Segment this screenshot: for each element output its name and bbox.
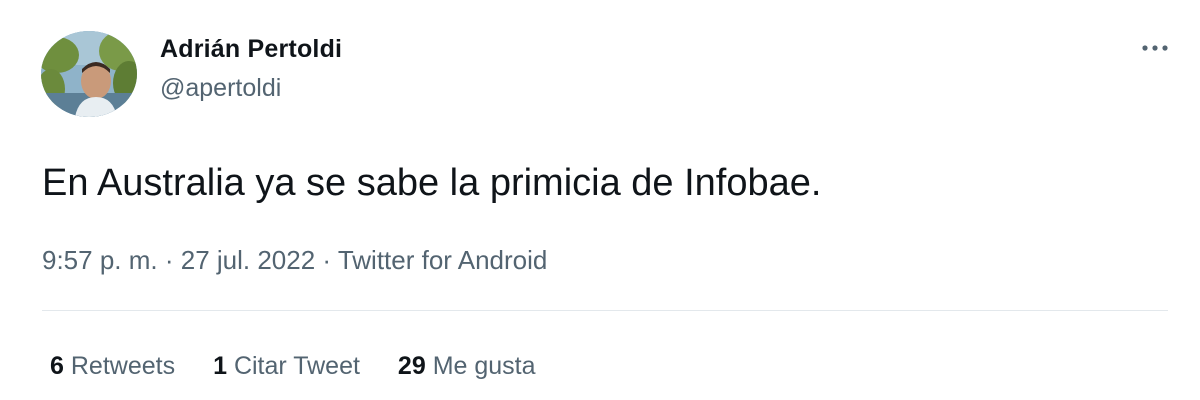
tweet-source[interactable]: Twitter for Android <box>338 245 548 275</box>
quote-tweets-stat[interactable]: 1 Citar Tweet <box>213 350 360 382</box>
meta-separator: · <box>315 245 338 275</box>
retweets-count: 6 <box>50 352 64 380</box>
avatar[interactable] <box>41 31 137 117</box>
tweet-card: Adrián Pertoldi @apertoldi En Australia … <box>0 0 1200 400</box>
likes-label: Me gusta <box>432 352 536 380</box>
quotes-count: 1 <box>213 352 227 380</box>
retweets-label: Retweets <box>70 352 176 380</box>
tweet-date[interactable]: 27 jul. 2022 <box>181 245 315 275</box>
engagement-stats: 6 Retweets 1 Citar Tweet 29 Me gusta <box>50 350 574 382</box>
profile-photo-icon <box>41 31 137 117</box>
more-options-icon[interactable] <box>1140 38 1170 58</box>
likes-stat[interactable]: 29 Me gusta <box>398 350 536 382</box>
likes-count: 29 <box>397 352 426 380</box>
tweet-time[interactable]: 9:57 p. m. <box>42 245 158 275</box>
tweet-text: En Australia ya se sabe la primicia de I… <box>42 162 822 204</box>
tweet-meta: 9:57 p. m. · 27 jul. 2022 · Twitter for … <box>42 244 547 276</box>
meta-separator: · <box>157 245 181 275</box>
user-handle[interactable]: @apertoldi <box>160 73 281 103</box>
retweets-stat[interactable]: 6 Retweets <box>50 350 175 382</box>
divider <box>42 310 1168 311</box>
display-name[interactable]: Adrián Pertoldi <box>160 34 342 64</box>
quotes-label: Citar Tweet <box>233 352 360 380</box>
